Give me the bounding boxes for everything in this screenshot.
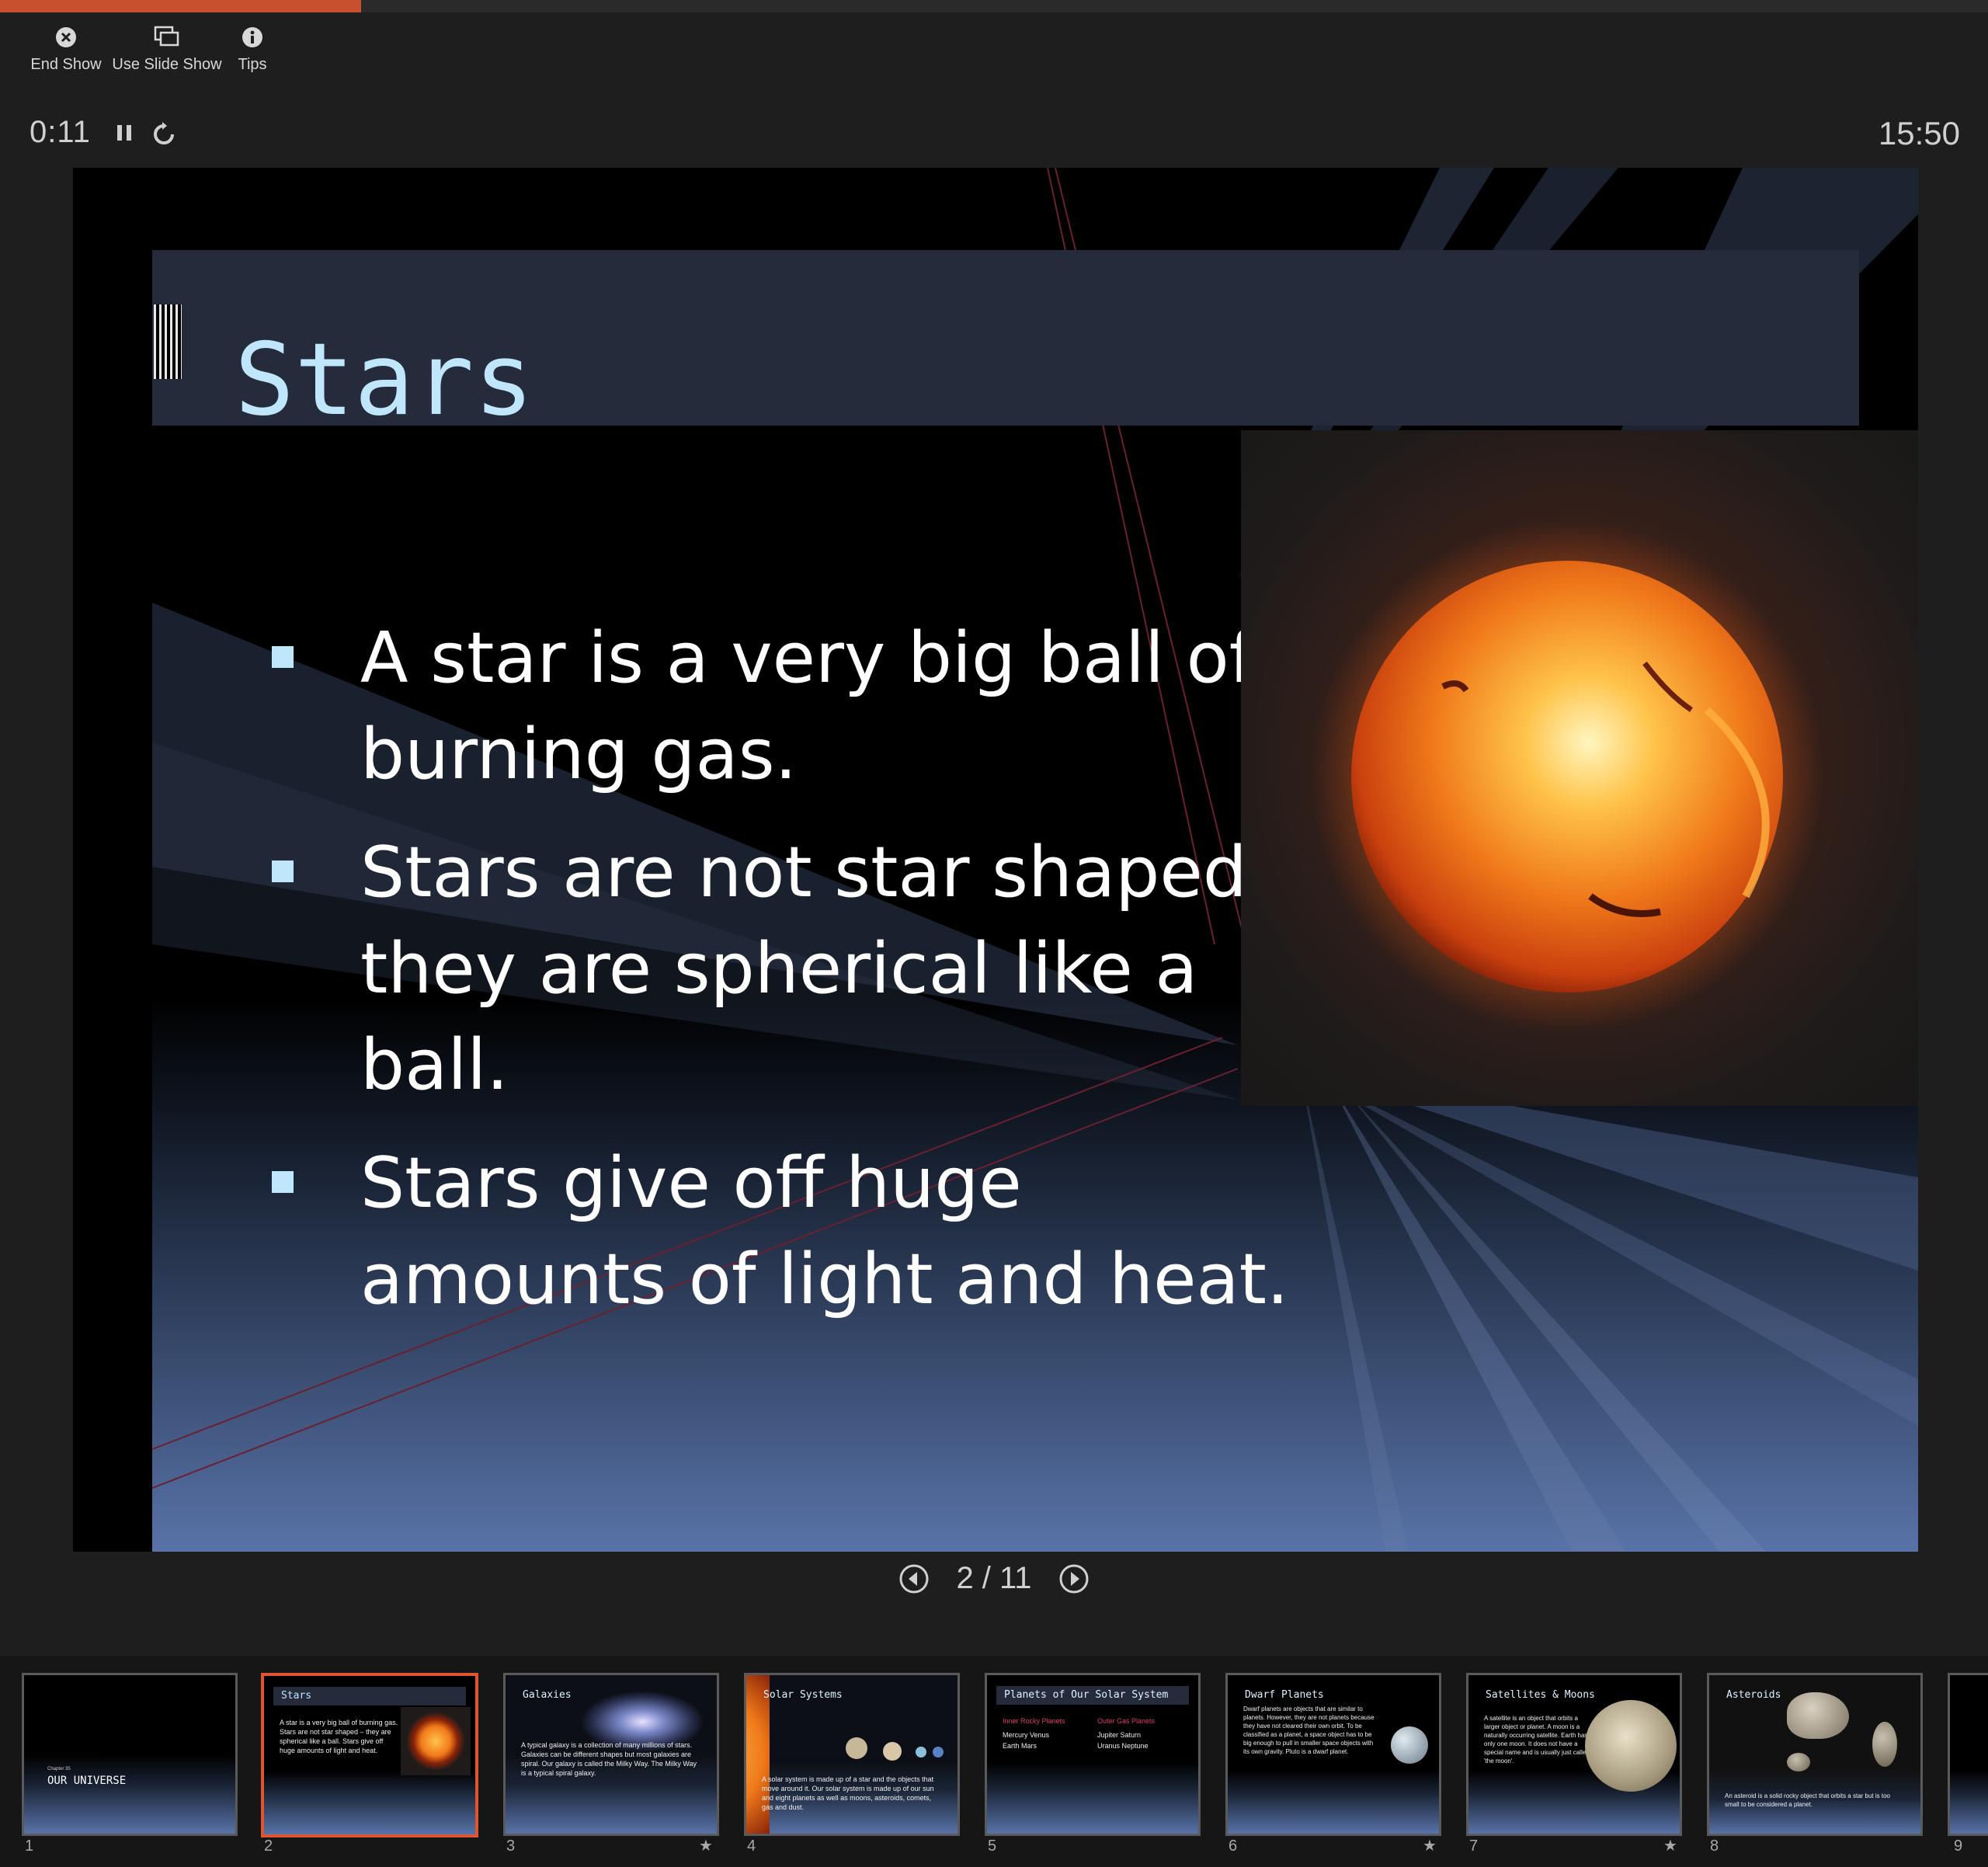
thumbnail-text: A typical galaxy is a collection of many… — [521, 1741, 697, 1777]
bullet-text: Stars give off huge amounts of light and… — [360, 1142, 1289, 1320]
thumbnail-planet — [846, 1737, 867, 1759]
thumbnail-title: Galaxies — [523, 1689, 572, 1701]
thumbnail-text: A solar system is made up of a star and … — [762, 1775, 934, 1811]
bullet-text: A star is a very big ball of burning gas… — [360, 617, 1254, 795]
bullet-item: A star is a very big ball of burning gas… — [197, 610, 1323, 803]
thumbnail-title: Solar Systems — [763, 1689, 843, 1701]
slide-thumbnail-4[interactable]: Solar Systems A solar system is made up … — [744, 1673, 960, 1836]
tips-button[interactable]: Tips — [217, 23, 287, 74]
thumbnail-title: Stars — [281, 1690, 312, 1702]
end-show-button[interactable]: End Show — [16, 23, 116, 74]
thumbnail-planet — [916, 1747, 926, 1757]
slide-thumbnail-8[interactable]: Asteroids An asteroid is a solid rocky o… — [1707, 1673, 1923, 1836]
thumbnail-text: A satellite is an object that orbits a l… — [1484, 1715, 1590, 1764]
slide-thumbnail-9[interactable] — [1948, 1673, 1988, 1836]
tips-label: Tips — [238, 56, 267, 73]
thumbnail-number: 6 — [1229, 1837, 1238, 1855]
thumbnail-title: Planets of Our Solar System — [1004, 1689, 1169, 1701]
clock: 15:50 — [1878, 115, 1960, 151]
use-slide-show-label: Use Slide Show — [112, 56, 222, 73]
thumbnail-title: Satellites & Moons — [1486, 1689, 1595, 1701]
slide-thumbnail-5[interactable]: Planets of Our Solar System Inner Rocky … — [985, 1673, 1201, 1836]
bullet-item: Stars are not star shaped – they are sph… — [197, 825, 1323, 1114]
thumbnail-text: Dwarf planets are objects that are simil… — [1243, 1705, 1375, 1755]
thumbnail-title: OUR UNIVERSE — [47, 1775, 127, 1787]
current-slide: Stars A star is a very big ball of burni… — [73, 168, 1918, 1552]
thumbnail-asteroid-image — [1872, 1722, 1897, 1767]
animation-star-icon: ★ — [1423, 1837, 1437, 1855]
elapsed-timer: 0:11 — [30, 115, 91, 149]
use-slide-show-button[interactable]: Use Slide Show — [112, 23, 222, 74]
thumbnail-number: 2 — [264, 1837, 273, 1855]
next-slide-icon[interactable] — [1058, 1563, 1090, 1594]
slide-counter: 2 / 11 — [956, 1561, 1032, 1595]
thumbnail-title: Asteroids — [1726, 1689, 1781, 1701]
thumbnail-dwarf-planet-image — [1391, 1726, 1428, 1764]
thumbnail-column-heading: Inner Rocky Planets — [1003, 1717, 1065, 1725]
thumbnail-moon-image — [1585, 1700, 1677, 1792]
thumbnail-background — [1950, 1675, 1988, 1834]
thumbnail-planet — [933, 1747, 944, 1757]
thumbnail-asteroid-image — [1787, 1692, 1849, 1739]
close-circle-icon — [52, 23, 80, 51]
slide-thumbnail-6[interactable]: Dwarf Planets Dwarf planets are objects … — [1225, 1673, 1441, 1836]
thumbnail-number: 5 — [988, 1837, 997, 1855]
bullet-square-icon — [272, 1171, 294, 1193]
thumbnail-number: 7 — [1469, 1837, 1479, 1855]
slide-thumbnail-3[interactable]: Galaxies A typical galaxy is a collectio… — [503, 1673, 719, 1836]
thumbnail-text: A star is a very big ball of burning gas… — [280, 1719, 398, 1754]
previous-slide-icon[interactable] — [898, 1563, 930, 1594]
slide-navigation: 2 / 11 — [0, 1561, 1988, 1596]
bullet-square-icon — [272, 860, 294, 882]
slide-thumbnail-2[interactable]: Stars A star is a very big ball of burni… — [261, 1673, 478, 1837]
thumbnail-title: Dwarf Planets — [1245, 1689, 1324, 1701]
thumbnail-number: 3 — [506, 1837, 516, 1855]
presenter-toolbar: End Show Use Slide Show Tips — [16, 23, 287, 74]
info-icon — [238, 23, 266, 51]
slide-bullets: A star is a very big ball of burning gas… — [197, 610, 1323, 1350]
thumbnail-column-list: Mercury Venus Earth Mars — [1003, 1731, 1050, 1750]
pause-icon[interactable] — [115, 121, 135, 148]
slide-thumbnail-strip: Chapter 35 OUR UNIVERSE 1 Stars A star i… — [0, 1656, 1988, 1867]
thumbnail-number: 4 — [747, 1837, 756, 1855]
thumbnail-asteroid-image — [1787, 1753, 1810, 1771]
thumbnail-column-list: Jupiter Saturn Uranus Neptune — [1097, 1731, 1149, 1750]
thumbnail-subtitle: Chapter 35 — [47, 1767, 71, 1771]
thumbnail-planet — [883, 1742, 902, 1761]
thumbnail-number: 9 — [1954, 1837, 1963, 1855]
slide-title: Stars — [235, 322, 534, 438]
thumbnail-sun-image — [401, 1707, 471, 1775]
end-show-label: End Show — [30, 56, 102, 73]
restart-icon[interactable] — [151, 121, 177, 151]
thumbnail-column-heading: Outer Gas Planets — [1097, 1717, 1156, 1725]
presentation-progress-track — [0, 0, 1988, 12]
slides-icon — [153, 23, 181, 51]
bullet-item: Stars give off huge amounts of light and… — [197, 1135, 1323, 1328]
slide-thumbnail-1[interactable]: Chapter 35 OUR UNIVERSE — [22, 1673, 238, 1836]
presentation-progress-fill — [0, 0, 362, 12]
animation-star-icon: ★ — [1663, 1837, 1677, 1855]
bullet-square-icon — [272, 646, 294, 668]
thumbnail-number: 1 — [25, 1837, 34, 1855]
thumbnail-background — [24, 1675, 235, 1834]
slide-thumbnail-7[interactable]: Satellites & Moons A satellite is an obj… — [1466, 1673, 1682, 1836]
thumbnail-text: An asteroid is a solid rocky object that… — [1725, 1792, 1890, 1808]
animation-star-icon: ★ — [699, 1837, 713, 1855]
sun-image — [1241, 430, 1918, 1106]
barcode-decoration — [154, 304, 182, 379]
bullet-text: Stars are not star shaped – they are sph… — [360, 832, 1305, 1106]
thumbnail-number: 8 — [1710, 1837, 1719, 1855]
